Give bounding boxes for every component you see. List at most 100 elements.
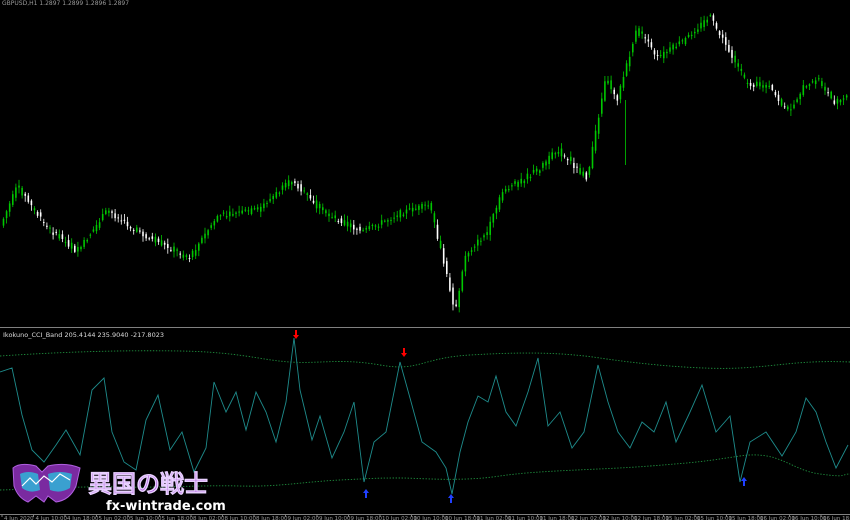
candle-body [504, 189, 507, 192]
candle-body [619, 85, 622, 100]
candle-body [811, 81, 814, 83]
candle-body [539, 170, 541, 173]
candle-body [396, 215, 398, 217]
candle-body [213, 221, 216, 226]
candle-body [359, 226, 361, 231]
candle-body [328, 213, 330, 217]
candle-body [148, 238, 150, 240]
candle-body [418, 205, 420, 210]
candle-body [331, 217, 333, 219]
candle-body [703, 20, 705, 28]
candle-body [653, 50, 656, 55]
time-label: 11 Jun 02:00 [477, 516, 512, 520]
candle-body [833, 100, 836, 104]
candle-body [263, 203, 265, 209]
candle-body [154, 236, 157, 243]
candle-body [287, 180, 290, 187]
candle-body [824, 86, 826, 91]
candle-body [563, 155, 566, 157]
candle-body [836, 98, 839, 104]
candle-body [207, 230, 209, 236]
candle-body [250, 208, 253, 215]
candle-body [746, 82, 749, 84]
candle-body [408, 208, 411, 210]
candle-body [610, 80, 612, 90]
candle-body [365, 228, 367, 230]
candle-body [783, 106, 786, 108]
candle-body [790, 109, 792, 111]
candle-body [740, 68, 743, 71]
candle-body [489, 221, 491, 235]
candle-body [787, 106, 789, 110]
candle-body [622, 76, 625, 88]
candle-body [95, 224, 98, 232]
candle-body [325, 210, 327, 214]
candle-body [52, 232, 54, 235]
candle-body [697, 29, 699, 32]
time-label: 16 Jun 02:00 [760, 516, 795, 520]
candle-body [340, 218, 343, 224]
time-label: 12 Jun 10:00 [603, 516, 638, 520]
candle-body [139, 230, 141, 232]
candle-body [827, 92, 829, 94]
candle-body [473, 246, 476, 248]
candle-body [734, 55, 736, 63]
candle-body [415, 208, 417, 210]
candle-body [334, 215, 336, 219]
candle-body [229, 211, 231, 217]
candle-body [204, 233, 206, 239]
candle-body [222, 212, 225, 214]
candle-body [70, 242, 73, 249]
candle-body [129, 227, 132, 229]
candle-body [520, 178, 522, 184]
candle-body [830, 91, 832, 99]
candle-body [752, 84, 755, 87]
candle-body [604, 81, 606, 101]
candle-body [681, 40, 684, 42]
candle-body [120, 220, 123, 222]
candle-body [210, 225, 212, 228]
candle-body [765, 84, 767, 88]
candle-body [343, 220, 346, 226]
candle-body [498, 197, 501, 210]
candle-body [300, 184, 302, 192]
candle-body [517, 181, 519, 187]
candle-body [501, 192, 504, 201]
candle-body [390, 219, 392, 221]
candle-body [495, 207, 498, 214]
candle-body [566, 159, 569, 161]
candle-body [201, 237, 203, 243]
candle-body [402, 214, 405, 216]
candle-body [548, 155, 550, 165]
candle-body [731, 49, 733, 58]
time-label: 10 Jun 02:00 [382, 516, 417, 520]
candle-body [108, 210, 110, 213]
candle-body [21, 187, 23, 196]
candle-body [337, 220, 340, 223]
candle-body [297, 183, 299, 189]
candle-body [449, 277, 451, 291]
candle-body [684, 37, 687, 45]
candle-body [167, 244, 169, 248]
candle-body [33, 208, 36, 211]
chart-window[interactable]: GBPUSD,H1 1.2897 1.2899 1.2896 1.2897 Ik… [0, 0, 850, 520]
candle-body [709, 15, 712, 17]
candle-body [588, 166, 591, 175]
candle-body [808, 84, 811, 87]
candle-body [799, 93, 801, 100]
indicator-label: Ikokuno_CCI_Band 205.4144 235.9040 -217.… [3, 331, 164, 339]
time-label: 5 Jun 10:00 [130, 516, 162, 520]
candle-body [374, 225, 377, 227]
candle-body [545, 161, 547, 166]
time-label: 15 Jun 10:00 [697, 516, 732, 520]
candle-body [170, 249, 172, 251]
candle-body [616, 95, 619, 101]
time-label: 11 Jun 10:00 [508, 516, 543, 520]
candle-body [275, 192, 278, 198]
candle-body [393, 217, 395, 219]
candle-body [492, 214, 495, 223]
candle-body [573, 162, 575, 169]
candle-body [163, 242, 166, 245]
candle-body [436, 224, 439, 239]
candle-body [802, 85, 805, 95]
